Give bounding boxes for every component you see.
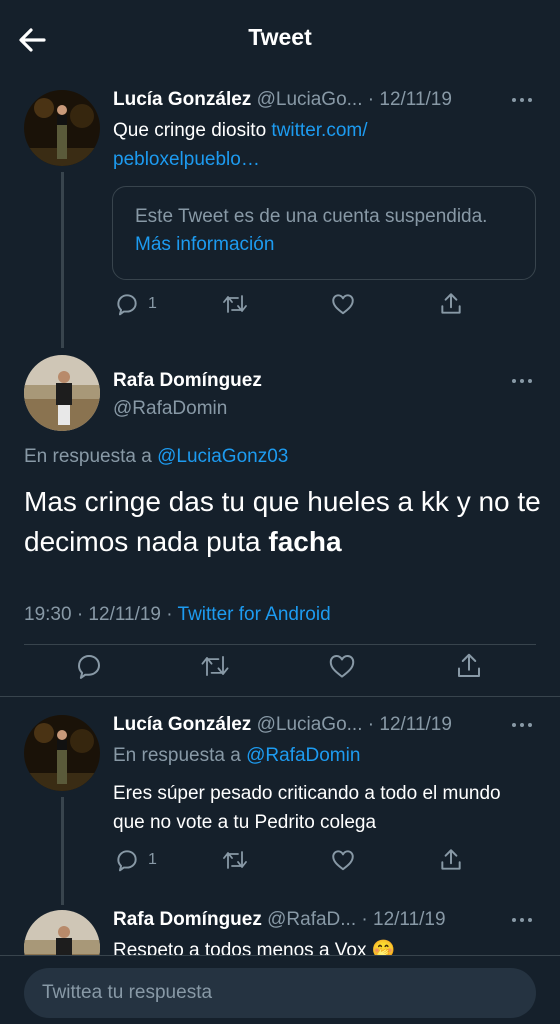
- like-button[interactable]: [330, 846, 356, 874]
- author-name[interactable]: Rafa Domínguez: [113, 909, 262, 930]
- more-icon[interactable]: [510, 376, 536, 386]
- divider: [24, 644, 536, 645]
- author-handle[interactable]: @RafaDomin: [113, 398, 227, 419]
- reply-context: En respuesta a @LuciaGonz03: [24, 446, 289, 467]
- like-button[interactable]: [327, 651, 357, 681]
- heart-icon: [332, 850, 354, 871]
- share-button[interactable]: [438, 846, 464, 874]
- suspended-card: Este Tweet es de una cuenta suspendida. …: [112, 186, 536, 280]
- share-button[interactable]: [454, 651, 484, 681]
- mention-link[interactable]: @RafaDomin: [246, 745, 360, 766]
- focused-tweet-text: Mas cringe das tu que hueles a kk y no t…: [24, 486, 541, 557]
- tweet-date: · 12/11/19: [367, 89, 452, 110]
- more-icon[interactable]: [510, 95, 536, 105]
- reply-count: 1: [148, 851, 157, 868]
- tweet-time: 19:30: [24, 604, 72, 625]
- more-icon[interactable]: [510, 720, 536, 730]
- like-button[interactable]: [330, 290, 356, 318]
- retweet-icon: [223, 851, 247, 869]
- retweet-icon: [201, 655, 229, 677]
- mention-link[interactable]: @LuciaGonz03: [157, 446, 288, 467]
- reply-icon: [78, 655, 100, 679]
- author-name-row: Rafa Domínguez: [113, 370, 262, 392]
- reply-icon: [117, 850, 137, 872]
- tweet-date: · 12/11/19 ·: [76, 604, 173, 625]
- avatar[interactable]: [24, 715, 100, 791]
- share-icon: [458, 653, 480, 677]
- retweet-button[interactable]: [221, 290, 249, 318]
- tweet-header: Rafa Domínguez @RafaD... · 12/11/19: [113, 909, 446, 931]
- heart-icon: [332, 294, 354, 315]
- reply-input[interactable]: [24, 968, 536, 1018]
- reply-composer: [0, 955, 560, 1024]
- card-text: Este Tweet es de una cuenta suspendida.: [135, 206, 488, 227]
- retweet-button[interactable]: [199, 651, 231, 681]
- author-name[interactable]: Rafa Domínguez: [113, 370, 262, 391]
- author-handle-row: @RafaDomin: [113, 398, 227, 420]
- reply-context: En respuesta a @RafaDomin: [113, 745, 361, 766]
- tweet-link[interactable]: twitter.com/: [271, 120, 367, 141]
- share-button[interactable]: [438, 290, 464, 318]
- divider: [0, 696, 560, 697]
- avatar[interactable]: [24, 355, 100, 431]
- tweet-date: · 12/11/19: [361, 909, 446, 930]
- tweet-source-link[interactable]: Twitter for Android: [178, 604, 331, 625]
- share-icon: [441, 849, 461, 870]
- author-name[interactable]: Lucía González: [113, 89, 251, 110]
- tweet-text: Que cringe diosito twitter.com/ pebloxel…: [113, 120, 368, 170]
- more-info-link[interactable]: Más información: [135, 234, 274, 255]
- tweet-header: Lucía González @LuciaGo... · 12/11/19: [113, 89, 452, 111]
- author-handle[interactable]: @LuciaGo...: [257, 89, 363, 110]
- tweet-link-continued[interactable]: pebloxelpueblo…: [113, 149, 260, 170]
- more-icon[interactable]: [510, 915, 536, 925]
- top-bar: Tweet: [0, 0, 560, 80]
- author-handle[interactable]: @LuciaGo...: [257, 714, 363, 735]
- retweet-button[interactable]: [221, 846, 249, 874]
- tweet-meta: 19:30 · 12/11/19 · Twitter for Android: [24, 600, 331, 629]
- retweet-icon: [223, 295, 247, 313]
- author-name[interactable]: Lucía González: [113, 714, 251, 735]
- page-title: Tweet: [248, 24, 312, 50]
- tweet-header: Lucía González @LuciaGo... · 12/11/19: [113, 714, 452, 736]
- tweet-date: · 12/11/19: [367, 714, 452, 735]
- avatar[interactable]: [24, 90, 100, 166]
- reply-button[interactable]: 1: [114, 846, 157, 874]
- author-handle[interactable]: @RafaD...: [267, 909, 356, 930]
- heart-icon: [329, 655, 355, 678]
- share-icon: [441, 293, 461, 314]
- reply-count: 1: [148, 295, 157, 312]
- tweet-text: Eres súper pesado criticando a todo el m…: [113, 783, 501, 833]
- thread-line: [61, 172, 64, 348]
- reply-icon: [117, 294, 137, 316]
- reply-button[interactable]: [74, 651, 104, 681]
- reply-button[interactable]: 1: [114, 290, 157, 318]
- thread-line: [61, 797, 64, 905]
